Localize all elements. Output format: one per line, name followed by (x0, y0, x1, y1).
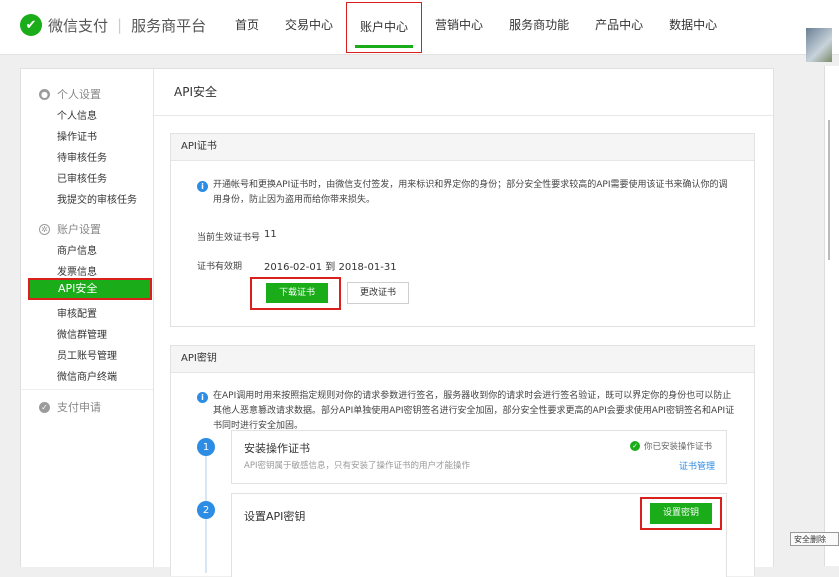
step-1-title: 安装操作证书 (244, 442, 310, 455)
step-1-desc: API密钥属于敏感信息，只有安装了操作证书的用户才能操作 (244, 461, 470, 471)
nav-product-center[interactable]: 产品中心 (582, 0, 656, 54)
sidebar-group-payment-apply[interactable]: ✓ 支付申请 (39, 399, 101, 415)
step-2-title: 设置API密钥 (244, 510, 306, 523)
check-icon: ✓ (630, 441, 640, 451)
nav-home[interactable]: 首页 (222, 0, 272, 54)
panel-title: API证书 (171, 134, 754, 161)
sidebar-item-wechat-group[interactable]: 微信群管理 (57, 326, 107, 341)
nav-account-center[interactable]: 账户中心 (346, 2, 423, 53)
sidebar-item-merchant-terminal[interactable]: 微信商户终端 (57, 368, 117, 383)
key-notice-text: 在API调用时用来按照指定规则对你的请求参数进行签名，服务器收到你的请求时会进行… (213, 391, 735, 431)
check-circle-icon: ✓ (39, 401, 50, 413)
title-divider (154, 115, 773, 116)
cert-validity-value: 2016-02-01 到 2018-01-31 (264, 262, 397, 273)
main-nav: 首页 交易中心 账户中心 营销中心 服务商功能 产品中心 数据中心 (222, 0, 730, 54)
logo-text: 微信支付 (48, 16, 109, 35)
api-cert-panel: API证书 i 开通帐号和更换API证书时，由微信支付签发，用来标识和界定你的身… (170, 133, 755, 327)
scrollbar-thumb[interactable] (828, 120, 830, 260)
step-1-number: 1 (197, 438, 215, 456)
step-2-number: 2 (197, 501, 215, 519)
sidebar-group-personal: ● 个人设置 (39, 86, 101, 102)
content-area: API安全 API证书 i 开通帐号和更换API证书时，由微信支付签发，用来标识… (154, 69, 773, 577)
sidebar-item-staff-accounts[interactable]: 员工账号管理 (57, 347, 117, 362)
download-cert-button[interactable]: 下载证书 (266, 283, 328, 303)
scrollbar-track[interactable] (824, 66, 839, 566)
cert-serial-value: 11 (264, 229, 277, 240)
sidebar-group-label: 支付申请 (57, 401, 101, 414)
logo[interactable]: ✔ 微信支付 | 服务商平台 (20, 14, 206, 36)
sidebar-divider (21, 389, 153, 390)
sidebar-group-account: ✲ 账户设置 (39, 221, 101, 237)
main-container: ● 个人设置 个人信息 操作证书 待审核任务 已审核任务 我提交的审核任务 ✲ … (20, 68, 774, 577)
nav-provider-functions[interactable]: 服务商功能 (496, 0, 582, 54)
sidebar-group-label: 账户设置 (57, 223, 101, 236)
top-bar: ✔ 微信支付 | 服务商平台 首页 交易中心 账户中心 营销中心 服务商功能 产… (0, 0, 839, 55)
sidebar-item-reviewed[interactable]: 已审核任务 (57, 170, 107, 185)
platform-name: 服务商平台 (131, 16, 207, 35)
set-key-button[interactable]: 设置密钥 (650, 503, 712, 524)
cert-notice-text: 开通帐号和更换API证书时，由微信支付签发，用来标识和界定你的身份；部分安全性要… (213, 180, 728, 205)
step-2-card: 设置API密钥 设置密钥 (231, 493, 727, 577)
info-icon: i (197, 181, 208, 192)
safe-remove-button[interactable]: 安全删除 (790, 532, 839, 546)
page-title: API安全 (174, 85, 217, 99)
nav-marketing-center[interactable]: 营销中心 (422, 0, 496, 54)
sidebar-item-personal-info[interactable]: 个人信息 (57, 107, 97, 122)
cert-serial-label: 当前生效证书号 (197, 233, 261, 243)
api-key-panel: API密钥 i 在API调用时用来按照指定规则对你的请求参数进行签名，服务器收到… (170, 345, 755, 577)
sidebar-group-label: 个人设置 (57, 88, 101, 101)
panel-title: API密钥 (171, 346, 754, 373)
user-avatar[interactable] (806, 28, 832, 62)
cert-installed-status: 你已安装操作证书 (644, 442, 713, 452)
sidebar-item-invoice-info[interactable]: 发票信息 (57, 263, 97, 278)
sidebar-item-api-security[interactable]: API安全 (28, 278, 152, 300)
person-icon: ● (39, 88, 50, 100)
cert-manage-link[interactable]: 证书管理 (679, 459, 715, 472)
step-1-card: 安装操作证书 API密钥属于敏感信息，只有安装了操作证书的用户才能操作 ✓ 你已… (231, 430, 727, 484)
nav-trade-center[interactable]: 交易中心 (272, 0, 346, 54)
wechat-pay-logo-icon: ✔ (20, 14, 42, 36)
nav-data-center[interactable]: 数据中心 (656, 0, 730, 54)
sidebar-item-my-submitted[interactable]: 我提交的审核任务 (57, 191, 137, 206)
sidebar-item-merchant-info[interactable]: 商户信息 (57, 242, 97, 257)
sidebar-item-pending-review[interactable]: 待审核任务 (57, 149, 107, 164)
gear-icon: ✲ (39, 223, 50, 235)
logo-separator: | (117, 16, 123, 34)
change-cert-button[interactable]: 更改证书 (347, 282, 409, 304)
sidebar-item-operation-cert[interactable]: 操作证书 (57, 128, 97, 143)
sidebar: ● 个人设置 个人信息 操作证书 待审核任务 已审核任务 我提交的审核任务 ✲ … (21, 69, 154, 567)
info-icon: i (197, 392, 208, 403)
sidebar-item-review-config[interactable]: 审核配置 (57, 305, 97, 320)
cert-validity-label: 证书有效期 (197, 262, 243, 272)
